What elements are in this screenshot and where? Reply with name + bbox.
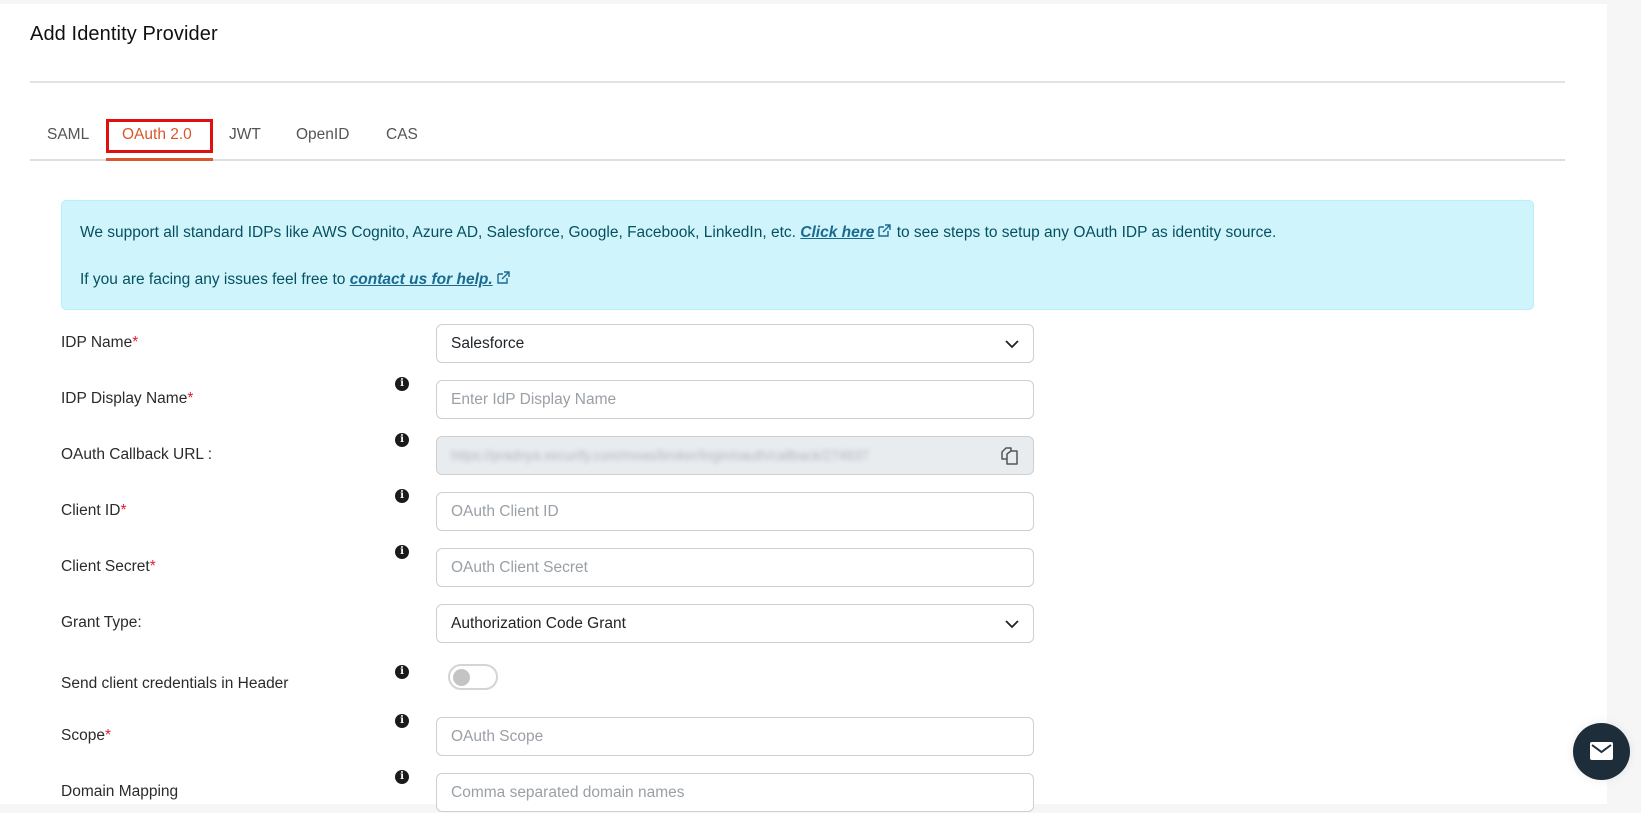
send-credentials-label: Send client credentials in Header [61,675,289,692]
alert-text: If you are facing any issues feel free t… [80,271,346,288]
row-grant-type: Grant Type: Authorization Code Grant [61,604,1036,644]
scope-label: Scope* [61,727,111,744]
alert-line-1: We support all standard IDPs like AWS Co… [80,223,1276,242]
info-alert: We support all standard IDPs like AWS Co… [61,200,1534,310]
tab-label: OAuth 2.0 [122,126,192,143]
info-icon[interactable]: i [395,545,409,559]
idp-display-name-input[interactable] [451,381,1033,419]
domain-mapping-label: Domain Mapping [61,783,179,800]
contact-us-link[interactable]: contact us for help. [350,271,493,288]
protocol-tabs: SAML OAuth 2.0 JWT OpenID CAS [30,117,1565,161]
tab-label: SAML [47,126,90,143]
link-text: contact us for help. [349,271,493,288]
info-icon[interactable]: i [395,433,409,447]
required-marker: * [104,727,111,744]
row-client-secret: Client Secret* i [61,545,1036,588]
idp-name-label: IDP Name* [61,334,139,351]
row-client-id: Client ID* i [61,489,1036,532]
domain-mapping-input[interactable] [451,774,1033,812]
tab-openid[interactable]: OpenID [296,117,349,159]
required-marker: * [149,558,156,575]
alert-text: We support all standard IDPs like AWS Co… [80,224,796,241]
toggle-knob [453,669,470,686]
external-link-icon [878,224,892,237]
scope-input[interactable] [451,718,1033,756]
info-icon[interactable]: i [395,377,409,391]
chevron-down-icon [1005,340,1019,349]
chevron-down-icon [1005,620,1019,629]
row-idp-name: IDP Name* Salesforce [61,324,1036,364]
row-domain-mapping: Domain Mapping i [61,770,1036,813]
row-callback-url: OAuth Callback URL : i https://pradnya.x… [61,433,1036,476]
client-id-input[interactable] [451,493,1033,531]
row-send-credentials: Send client credentials in Header i [61,660,1036,700]
title-divider [30,81,1565,83]
selected-value: Authorization Code Grant [451,615,626,632]
tab-label: JWT [229,126,261,143]
callback-url-label: OAuth Callback URL : [61,446,213,463]
row-idp-display-name: IDP Display Name* i [61,377,1036,420]
contact-chat-button[interactable] [1573,723,1630,780]
click-here-link[interactable]: Click here [800,224,874,241]
link-text: Click here [800,224,875,241]
alert-line-2: If you are facing any issues feel free t… [80,270,511,289]
callback-url-field: https://pradnya.xecurify.com/moas/broker… [436,436,1034,475]
page-title: Add Identity Provider [30,23,218,45]
tab-cas[interactable]: CAS [386,117,418,159]
required-marker: * [187,390,194,407]
tab-label: OpenID [296,126,350,143]
external-link-icon [496,271,510,284]
row-scope: Scope* i [61,714,1036,757]
client-id-label: Client ID* [61,502,127,519]
required-marker: * [120,502,127,519]
client-secret-input[interactable] [451,549,1033,587]
content-card: Add Identity Provider SAML OAuth 2.0 JWT… [0,4,1607,812]
idp-display-name-field[interactable] [436,380,1034,419]
info-icon[interactable]: i [395,665,409,679]
tab-oauth[interactable]: OAuth 2.0 [106,117,213,161]
scope-field[interactable] [436,717,1034,756]
client-secret-field[interactable] [436,548,1034,587]
tab-active-underline [106,158,213,161]
info-icon[interactable]: i [395,489,409,503]
tab-saml[interactable]: SAML [47,117,89,159]
tab-label: CAS [386,126,418,143]
client-id-field[interactable] [436,492,1034,531]
copy-icon[interactable] [997,444,1021,468]
selected-value: Salesforce [451,335,525,352]
info-icon[interactable]: i [395,714,409,728]
send-credentials-toggle[interactable] [448,664,498,690]
grant-type-label: Grant Type: [61,614,142,631]
mail-icon [1590,742,1613,760]
idp-display-name-label: IDP Display Name* [61,390,194,407]
client-secret-label: Client Secret* [61,558,156,575]
info-icon[interactable]: i [395,770,409,784]
alert-text: to see steps to setup any OAuth IDP as i… [896,224,1277,241]
tab-jwt[interactable]: JWT [229,117,261,159]
idp-name-select[interactable]: Salesforce [436,324,1034,363]
required-marker: * [132,334,139,351]
grant-type-select[interactable]: Authorization Code Grant [436,604,1034,643]
callback-url-value: https://pradnya.xecurify.com/moas/broker… [451,448,869,463]
